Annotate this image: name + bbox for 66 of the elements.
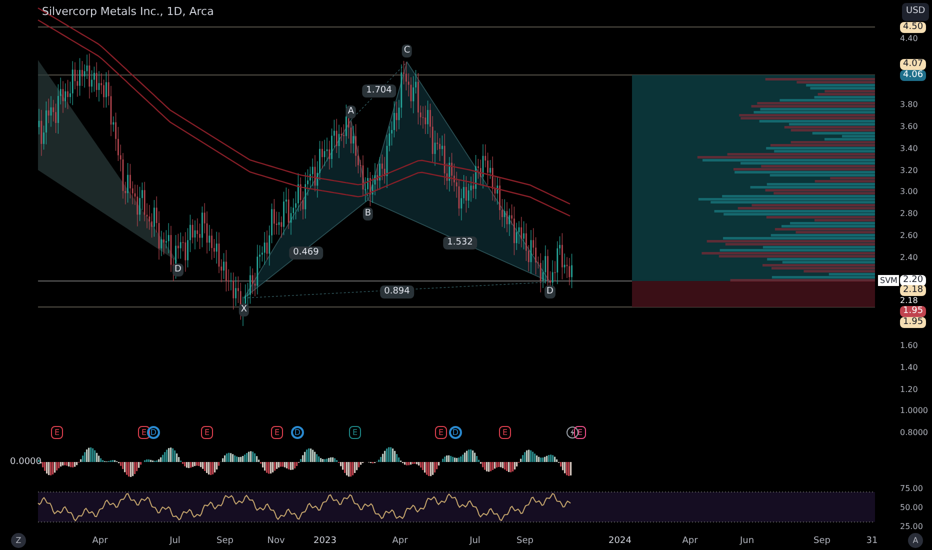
- earnings-marker[interactable]: E: [271, 426, 283, 439]
- price-label: 3.80: [900, 98, 918, 110]
- ratio-label: 0.894: [380, 286, 414, 298]
- time-label: Jul: [170, 535, 180, 548]
- time-label: Apr: [682, 535, 698, 548]
- pattern-point-label: C: [402, 44, 412, 58]
- price-label: 1.60: [900, 340, 918, 350]
- earnings-marker[interactable]: E: [51, 426, 63, 439]
- dividend-marker[interactable]: D: [449, 426, 462, 439]
- time-label: Apr: [392, 535, 408, 548]
- pattern-point-label: D: [172, 264, 184, 276]
- price-label: 1.20: [900, 384, 918, 394]
- price-label: 3.60: [900, 120, 918, 132]
- price-label: 3.40: [900, 142, 918, 154]
- price-label: 1.0000: [900, 404, 928, 416]
- oscillator-zero-label: 0.0000: [10, 456, 42, 469]
- time-label: Sep: [516, 535, 534, 548]
- price-label: 1.40: [900, 362, 918, 372]
- time-label: 31: [866, 535, 878, 548]
- pattern-point-label: A: [346, 106, 356, 118]
- price-label: 75.00: [900, 482, 923, 494]
- price-badge: 4.06: [900, 70, 926, 80]
- dividend-marker[interactable]: D: [147, 426, 160, 439]
- price-badge: 1.95: [900, 306, 926, 316]
- price-label: 50.00: [900, 502, 923, 512]
- price-label: 2.60: [900, 230, 918, 240]
- earnings-marker[interactable]: E: [138, 426, 150, 439]
- time-label: Apr: [92, 535, 108, 548]
- timezone-button[interactable]: Z: [11, 533, 26, 548]
- price-label: 2.40: [900, 252, 918, 262]
- price-label: 25.00: [900, 520, 923, 532]
- price-label: 3.00: [900, 186, 918, 196]
- ratio-label: 1.532: [443, 236, 477, 250]
- price-label: 2.18: [900, 294, 918, 306]
- symbol-tag: SVM: [878, 275, 900, 286]
- auto-scale-button[interactable]: A: [908, 533, 923, 548]
- pattern-point-label: D: [544, 286, 556, 298]
- time-label: Jul: [470, 535, 480, 548]
- earnings-marker[interactable]: E: [499, 426, 511, 439]
- price-label: 4.40: [900, 32, 918, 44]
- earnings-marker[interactable]: E: [201, 426, 213, 439]
- price-label: 2.80: [900, 208, 918, 218]
- price-label: 0.8000: [900, 426, 928, 438]
- earnings-marker[interactable]: E: [349, 426, 361, 439]
- price-badge: 4.07: [900, 58, 926, 70]
- time-label: Nov: [267, 535, 285, 548]
- ratio-label: 1.704: [362, 84, 396, 98]
- lightning-icon[interactable]: [566, 426, 579, 439]
- time-label: 2023: [314, 535, 336, 548]
- earnings-marker[interactable]: E: [435, 426, 447, 439]
- earnings-marker[interactable]: E: [574, 426, 586, 439]
- time-label: Jun: [740, 535, 754, 548]
- price-badge: 4.50: [900, 22, 926, 32]
- price-badge: 1.95: [900, 316, 926, 328]
- time-label: 2024: [608, 535, 632, 548]
- price-badge: 2.20: [900, 274, 926, 286]
- time-label: Sep: [216, 535, 234, 548]
- ratio-label: 0.469: [289, 246, 323, 260]
- currency-button[interactable]: USD: [902, 3, 930, 21]
- pattern-point-label: X: [238, 304, 250, 316]
- pattern-point-label: B: [362, 208, 374, 220]
- time-label: Sep: [814, 535, 830, 548]
- price-badge: 2.18: [900, 284, 926, 296]
- price-label: 3.20: [900, 164, 918, 176]
- dividend-marker[interactable]: D: [291, 426, 304, 439]
- chart-title: Silvercorp Metals Inc., 1D, Arca: [42, 4, 214, 20]
